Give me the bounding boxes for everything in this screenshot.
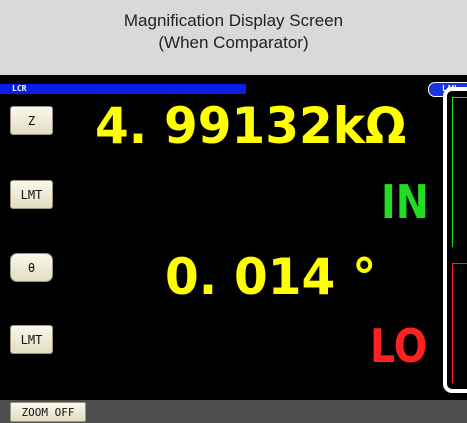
parameter-2-limit-button[interactable]: LMT bbox=[10, 325, 53, 354]
comparator-panel bbox=[443, 87, 467, 393]
instrument-screen: LCR LAN Z 4. 99132kΩ LMT IN θ 0. 014 ° L… bbox=[0, 75, 467, 423]
parameter-1-button[interactable]: Z bbox=[10, 106, 53, 135]
parameter-1-value: 4. 99132kΩ bbox=[95, 97, 407, 155]
parameter-2-button[interactable]: θ bbox=[10, 253, 53, 282]
zoom-off-button[interactable]: ZOOM OFF bbox=[10, 402, 86, 422]
parameter-2-value: 0. 014 ° bbox=[165, 248, 377, 306]
parameter-2-judgment: LO bbox=[370, 319, 428, 373]
parameter-1-judgment: IN bbox=[381, 175, 429, 229]
caption-subtitle: (When Comparator) bbox=[158, 33, 309, 52]
mode-status-bar bbox=[0, 84, 246, 94]
figure-caption: Magnification Display Screen (When Compa… bbox=[0, 0, 467, 75]
comparator-zone-lower bbox=[452, 263, 467, 383]
caption-title: Magnification Display Screen bbox=[123, 11, 344, 30]
parameter-1-limit-button[interactable]: LMT bbox=[10, 180, 53, 209]
comparator-zone-upper bbox=[452, 97, 467, 247]
mode-label: LCR bbox=[12, 84, 27, 93]
